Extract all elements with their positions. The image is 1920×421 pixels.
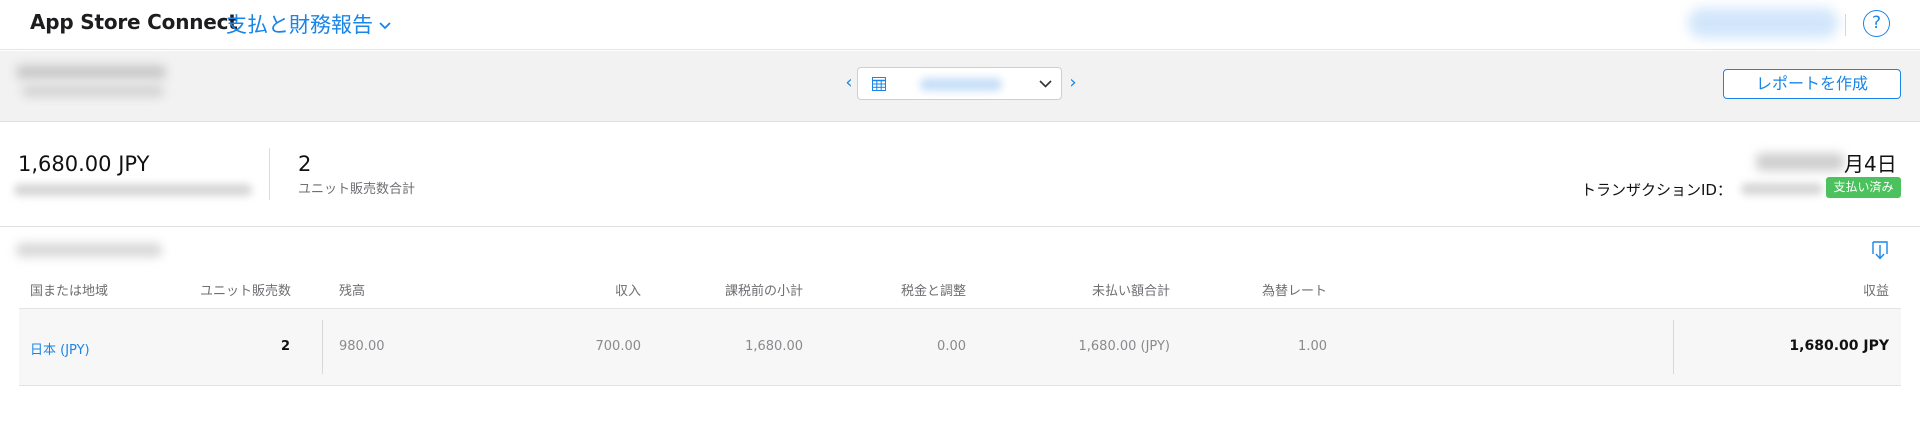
- chevron-down-icon: [379, 21, 391, 29]
- app-title[interactable]: App Store Connect: [30, 10, 238, 34]
- summary-divider: [269, 148, 270, 200]
- account-detail-redacted: [22, 85, 164, 97]
- top-header: App Store Connect 支払と財務報告 ?: [0, 0, 1920, 50]
- column-header-total-unpaid[interactable]: 未払い額合計: [1040, 280, 1170, 299]
- transaction-id-redacted: [1741, 183, 1823, 195]
- table-header: 国または地域 ユニット販売数 残高 収入 課税前の小計 税金と調整 未払い額合計…: [0, 276, 1920, 308]
- status-badge: 支払い済み: [1826, 177, 1901, 198]
- account-menu[interactable]: [1688, 8, 1838, 38]
- section-title: 支払と財務報告: [226, 13, 373, 37]
- header-divider: [1845, 14, 1846, 36]
- row-balance: 980.00: [339, 339, 385, 354]
- download-icon[interactable]: [1871, 240, 1889, 262]
- chevron-down-icon: [1039, 80, 1052, 88]
- column-header-balance[interactable]: 残高: [339, 280, 365, 299]
- payment-summary: 1,680.00 JPY 2 ユニット販売数合計 月4日 トランザクションID：…: [0, 122, 1920, 227]
- row-total-unpaid: 1,680.00 (JPY): [1078, 339, 1171, 354]
- row-country-link[interactable]: 日本 (JPY): [30, 339, 90, 358]
- column-header-exchange-rate[interactable]: 為替レート: [1230, 280, 1327, 299]
- row-tax: 0.00: [937, 339, 966, 354]
- section-heading-redacted: [16, 243, 162, 257]
- row-subtotal: 1,680.00: [745, 339, 803, 354]
- column-header-income[interactable]: 収入: [560, 280, 641, 299]
- column-header-earnings[interactable]: 収益: [1800, 280, 1889, 299]
- total-units-value: 2: [298, 152, 312, 176]
- total-amount: 1,680.00 JPY: [18, 152, 150, 176]
- column-header-subtotal[interactable]: 課税前の小計: [700, 280, 803, 299]
- transaction-id-label: トランザクションID：: [1581, 181, 1732, 199]
- section-menu[interactable]: 支払と財務報告: [226, 9, 391, 39]
- period-value-redacted: [920, 78, 1002, 91]
- row-exchange-rate: 1.00: [1298, 339, 1327, 354]
- payment-date-day: 月4日: [1844, 152, 1897, 176]
- previous-period-button[interactable]: ‹: [842, 73, 856, 93]
- filter-bar: ‹ › レポートを作成: [0, 51, 1920, 122]
- period-select[interactable]: [857, 67, 1062, 100]
- column-header-units[interactable]: ユニット販売数: [190, 280, 291, 299]
- row-divider: [322, 320, 323, 374]
- total-units-label: ユニット販売数合計: [298, 182, 416, 197]
- payment-date-redacted: [1756, 153, 1844, 171]
- total-subtext-redacted: [14, 184, 252, 196]
- row-units: 2: [280, 339, 290, 354]
- row-divider: [1673, 320, 1674, 374]
- help-icon[interactable]: ?: [1863, 10, 1890, 37]
- account-name-redacted: [16, 65, 166, 79]
- create-report-button[interactable]: レポートを作成: [1723, 69, 1901, 99]
- calendar-icon: [872, 77, 886, 91]
- row-earnings: 1,680.00 JPY: [1789, 338, 1889, 354]
- column-header-country[interactable]: 国または地域: [30, 280, 108, 299]
- row-income: 700.00: [595, 339, 642, 354]
- column-header-tax[interactable]: 税金と調整: [870, 280, 966, 299]
- next-period-button[interactable]: ›: [1066, 73, 1080, 93]
